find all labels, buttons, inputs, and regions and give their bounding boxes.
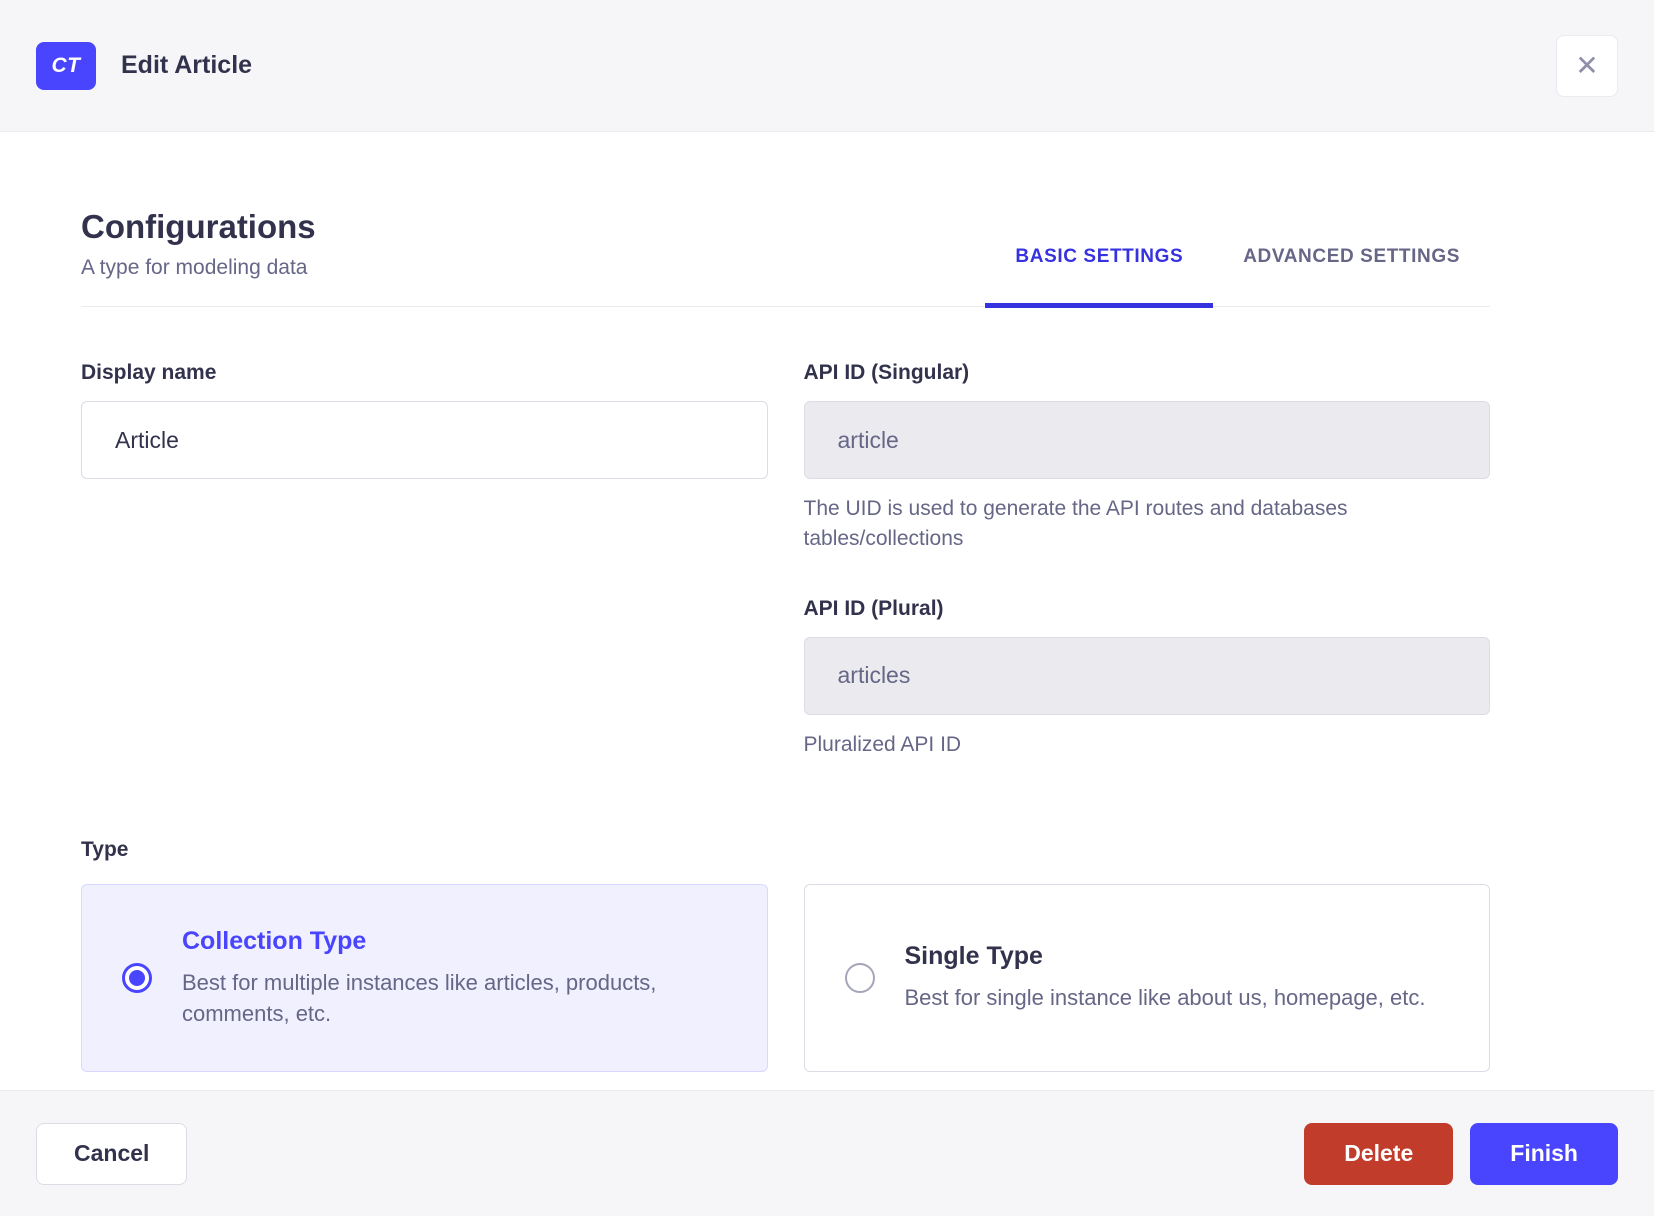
tab-advanced-settings[interactable]: ADVANCED SETTINGS bbox=[1213, 246, 1490, 306]
settings-tabs: BASIC SETTINGS ADVANCED SETTINGS bbox=[985, 246, 1490, 308]
radio-unselected-icon[interactable] bbox=[844, 963, 875, 994]
close-button[interactable]: ✕ bbox=[1556, 34, 1618, 97]
finish-button[interactable]: Finish bbox=[1470, 1122, 1618, 1185]
display-name-field: Display name bbox=[81, 361, 768, 760]
type-section: Type Collection Type Best for multiple i… bbox=[81, 838, 1490, 1073]
page-subtitle: A type for modeling data bbox=[81, 256, 308, 279]
single-type-text: Single Type Best for single instance lik… bbox=[905, 942, 1426, 1014]
collection-type-option[interactable]: Collection Type Best for multiple instan… bbox=[81, 884, 768, 1073]
api-id-singular-field: API ID (Singular) The UID is used to gen… bbox=[803, 361, 1490, 555]
modal-body: Configurations A type for modeling data … bbox=[0, 132, 1654, 1073]
api-id-column: API ID (Singular) The UID is used to gen… bbox=[803, 361, 1490, 760]
footer-actions: Delete Finish bbox=[1304, 1122, 1618, 1185]
api-id-singular-label: API ID (Singular) bbox=[803, 361, 970, 384]
single-type-option[interactable]: Single Type Best for single instance lik… bbox=[803, 884, 1490, 1073]
api-id-plural-field: API ID (Plural) Pluralized API ID bbox=[803, 596, 1490, 760]
api-id-singular-input bbox=[803, 401, 1490, 479]
configurations-heading-block: Configurations A type for modeling data bbox=[81, 208, 316, 306]
display-name-input[interactable] bbox=[81, 401, 768, 479]
modal-title: Edit Article bbox=[121, 51, 253, 79]
modal-footer: Cancel Delete Finish bbox=[0, 1090, 1654, 1216]
single-type-description: Best for single instance like about us, … bbox=[904, 985, 1426, 1011]
radio-selected-icon[interactable] bbox=[122, 963, 152, 994]
type-label: Type bbox=[81, 838, 129, 862]
modal-header: CT Edit Article ✕ bbox=[0, 0, 1654, 132]
collection-type-text: Collection Type Best for multiple instan… bbox=[182, 927, 727, 1030]
collection-type-description: Best for multiple instances like article… bbox=[182, 970, 657, 1026]
delete-button[interactable]: Delete bbox=[1304, 1122, 1454, 1185]
configurations-header-row: Configurations A type for modeling data … bbox=[81, 208, 1490, 308]
close-icon: ✕ bbox=[1575, 49, 1599, 81]
api-id-plural-label: API ID (Plural) bbox=[803, 596, 944, 620]
type-cards: Collection Type Best for multiple instan… bbox=[81, 884, 1490, 1073]
api-id-plural-input bbox=[803, 636, 1490, 715]
cancel-button[interactable]: Cancel bbox=[36, 1122, 188, 1185]
modal-header-left: CT Edit Article bbox=[36, 41, 253, 90]
tab-basic-settings[interactable]: BASIC SETTINGS bbox=[985, 246, 1214, 308]
collection-type-title: Collection Type bbox=[182, 927, 367, 956]
content-type-badge: CT bbox=[36, 41, 96, 90]
fields-grid: Display name API ID (Singular) The UID i… bbox=[81, 361, 1490, 760]
api-id-plural-hint: Pluralized API ID bbox=[803, 732, 962, 756]
api-id-singular-hint: The UID is used to generate the API rout… bbox=[803, 497, 1348, 551]
single-type-title: Single Type bbox=[904, 942, 1043, 971]
edit-article-modal: CT Edit Article ✕ Configurations A type … bbox=[0, 0, 1654, 1216]
page-title: Configurations bbox=[81, 208, 316, 245]
display-name-label: Display name bbox=[81, 361, 217, 384]
